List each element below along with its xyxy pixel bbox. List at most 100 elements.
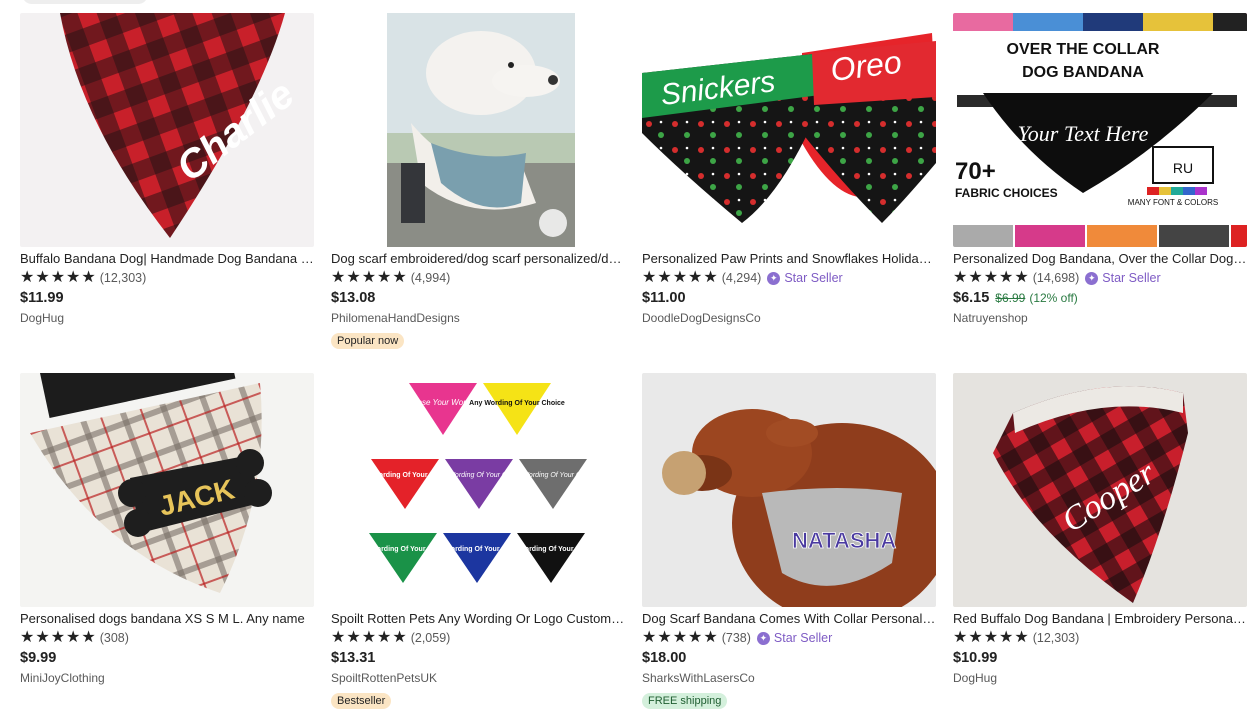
star-icon: ★ xyxy=(377,269,392,286)
wording-bandanas-image[interactable]: Choose Your Wording! Any Wording Of Your… xyxy=(331,373,625,607)
star-icon: ★ xyxy=(642,269,657,286)
listing-card[interactable]: Snickers Oreo Personalized Paw Prints an… xyxy=(642,13,936,327)
star-rating: ★ ★ ★ ★ ★ xyxy=(331,270,407,286)
star-icon: ★ xyxy=(66,269,81,286)
shop-name[interactable]: SharksWithLasersCo xyxy=(642,671,936,687)
star-rating: ★ ★ ★ ★ ★ xyxy=(953,270,1029,286)
star-icon: ★ xyxy=(688,629,703,646)
listing-card[interactable]: Charlie Buffalo Bandana Dog| Handmade Do… xyxy=(20,13,314,327)
price: $18.00 xyxy=(642,650,687,666)
star-seller-label: Star Seller xyxy=(1102,271,1161,285)
price: $6.15 xyxy=(953,290,990,306)
over-collar-bandana-image[interactable]: OVER THE COLLAR DOG BANDANA Your Text He… xyxy=(953,13,1247,247)
listing-title[interactable]: Personalized Dog Bandana, Over the Colla… xyxy=(953,251,1247,267)
listing-card[interactable]: JACK Personalised dogs bandana XS S M L.… xyxy=(20,373,314,687)
star-icon: ★ xyxy=(346,629,361,646)
star-icon: ★ xyxy=(20,629,35,646)
star-icon: ★ xyxy=(392,629,407,646)
star-rating: ★ ★ ★ ★ ★ xyxy=(331,630,407,646)
listing-title[interactable]: Personalized Paw Prints and Snowflakes H… xyxy=(642,251,936,267)
rating-row: ★ ★ ★ ★ ★ (12,303) xyxy=(953,628,1247,648)
star-icon: ★ xyxy=(953,629,968,646)
star-icon: ★ xyxy=(968,269,983,286)
listing-title[interactable]: Personalised dogs bandana XS S M L. Any … xyxy=(20,611,314,627)
shop-name[interactable]: DoodleDogDesignsCo xyxy=(642,311,936,327)
star-icon: ★ xyxy=(50,269,66,286)
star-rating: ★ ★ ★ ★ ★ xyxy=(642,630,718,646)
red-buffalo-bandana-image[interactable]: Cooper xyxy=(953,373,1247,607)
shop-name[interactable]: DogHug xyxy=(953,671,1247,687)
image-heading-text: OVER THE COLLAR xyxy=(1007,41,1160,58)
tartan-bandana-image[interactable]: JACK xyxy=(20,373,314,607)
price: $11.00 xyxy=(642,290,686,306)
star-seller-label: Star Seller xyxy=(784,271,843,285)
listing-card[interactable]: Dog scarf embroidered/dog scarf personal… xyxy=(331,13,625,349)
original-price: $6.99 xyxy=(995,291,1026,305)
star-icon: ★ xyxy=(331,629,346,646)
popular-now-badge: Popular now xyxy=(331,333,405,349)
shop-name[interactable]: SpoiltRottenPetsUK xyxy=(331,671,625,687)
rating-row: ★ ★ ★ ★ ★ (4,994) xyxy=(331,268,625,288)
white-dog-scarf-image[interactable] xyxy=(331,13,625,247)
star-icon: ★ xyxy=(999,629,1014,646)
discount-percent: (12% off) xyxy=(1029,291,1078,305)
brand-logo-text: RU xyxy=(1173,160,1193,176)
star-icon: ★ xyxy=(392,269,407,286)
review-count: (14,698) xyxy=(1032,271,1080,285)
listing-card[interactable]: NATASHA Dog Scarf Bandana Comes With Col… xyxy=(642,373,936,709)
sample-wording-text: Any Wording Of Your Choice xyxy=(469,400,565,407)
listing-title[interactable]: Spoilt Rotten Pets Any Wording Or Logo C… xyxy=(331,611,625,627)
rating-row: ★ ★ ★ ★ ★ (738) ✦ Star Seller xyxy=(642,628,936,648)
star-icon: ★ xyxy=(953,269,968,286)
review-count: (2,059) xyxy=(410,631,451,645)
shop-name[interactable]: MiniJoyClothing xyxy=(20,671,314,687)
star-icon: ★ xyxy=(657,629,672,646)
review-count: (4,294) xyxy=(721,271,762,285)
font-colors-text: MANY FONT & COLORS xyxy=(1128,198,1218,207)
top-filter-pill[interactable] xyxy=(22,0,148,4)
price: $10.99 xyxy=(953,650,998,666)
star-icon: ★ xyxy=(361,269,377,286)
sample-wording-text: Any Wording Of Your Choice xyxy=(503,546,599,553)
image-heading-text: DOG BANDANA xyxy=(1022,64,1144,81)
review-count: (12,303) xyxy=(99,271,147,285)
star-seller-icon: ✦ xyxy=(767,271,781,285)
star-icon: ★ xyxy=(81,629,96,646)
star-seller-badge: ✦ Star Seller xyxy=(756,631,832,645)
star-icon: ★ xyxy=(50,629,66,646)
shop-name[interactable]: DogHug xyxy=(20,311,314,327)
star-rating: ★ ★ ★ ★ ★ xyxy=(642,270,718,286)
price: $13.08 xyxy=(331,290,376,306)
star-rating: ★ ★ ★ ★ ★ xyxy=(20,630,96,646)
paw-print-bandanas-image[interactable]: Snickers Oreo xyxy=(642,13,936,247)
star-icon: ★ xyxy=(672,629,688,646)
price: $11.99 xyxy=(20,290,64,306)
listing-card[interactable]: Cooper Red Buffalo Dog Bandana | Embroid… xyxy=(953,373,1247,687)
spaniel-bandana-image[interactable]: NATASHA xyxy=(642,373,936,607)
shop-name[interactable]: PhilomenaHandDesigns xyxy=(331,311,625,327)
listing-title[interactable]: Red Buffalo Dog Bandana | Embroidery Per… xyxy=(953,611,1247,627)
star-icon: ★ xyxy=(999,269,1014,286)
listing-title[interactable]: Dog Scarf Bandana Comes With Collar Pers… xyxy=(642,611,936,627)
rating-row: ★ ★ ★ ★ ★ (2,059) xyxy=(331,628,625,648)
star-icon: ★ xyxy=(331,269,346,286)
review-count: (4,994) xyxy=(410,271,451,285)
star-icon: ★ xyxy=(703,629,718,646)
listing-card[interactable]: Choose Your Wording! Any Wording Of Your… xyxy=(331,373,625,709)
listing-title[interactable]: Buffalo Bandana Dog| Handmade Dog Bandan… xyxy=(20,251,314,267)
shop-name[interactable]: Natruyenshop xyxy=(953,311,1247,327)
star-icon: ★ xyxy=(968,629,983,646)
star-icon: ★ xyxy=(983,629,999,646)
bandana-name-text: NATASHA xyxy=(792,528,896,553)
review-count: (308) xyxy=(99,631,129,645)
listing-title[interactable]: Dog scarf embroidered/dog scarf personal… xyxy=(331,251,625,267)
buffalo-plaid-bandana-image[interactable]: Charlie xyxy=(20,13,314,247)
star-seller-badge: ✦ Star Seller xyxy=(1085,271,1161,285)
star-icon: ★ xyxy=(688,269,703,286)
star-icon: ★ xyxy=(377,629,392,646)
star-icon: ★ xyxy=(35,629,50,646)
listing-card[interactable]: OVER THE COLLAR DOG BANDANA Your Text He… xyxy=(953,13,1247,327)
free-shipping-badge: FREE shipping xyxy=(642,693,728,709)
price: $9.99 xyxy=(20,650,57,666)
star-icon: ★ xyxy=(66,629,81,646)
